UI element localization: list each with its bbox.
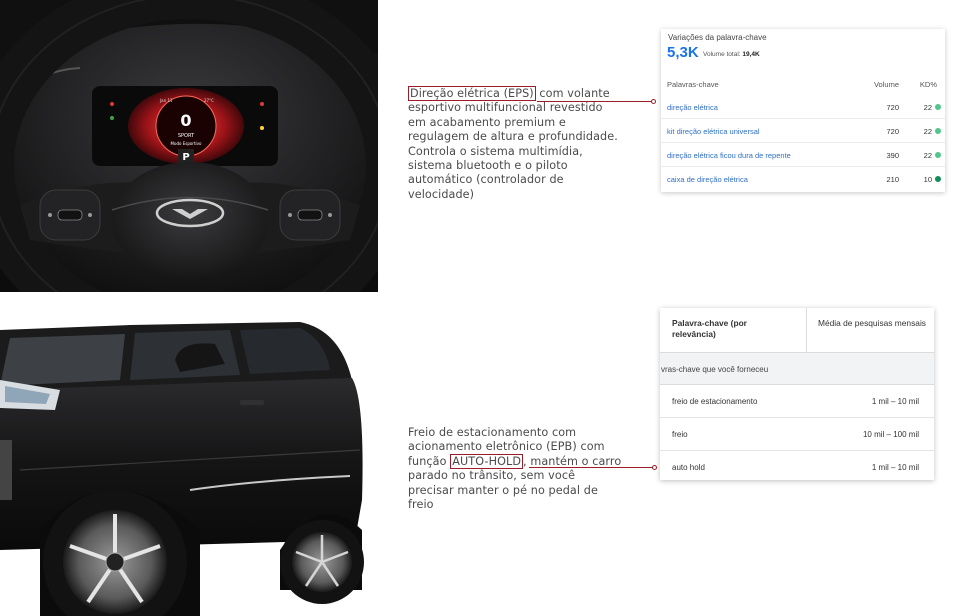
eps-highlight: Direção elétrica (EPS): [408, 86, 536, 101]
keyword-planner-card: Palavra-chave (por relevância) Média de …: [660, 308, 934, 480]
kd-indicator-icon: [935, 128, 941, 134]
column-divider: [806, 308, 807, 352]
cluster-mode-sub: Modo Esportivo: [171, 141, 202, 146]
searches-cell: 10 mil – 100 mil: [862, 430, 919, 439]
keyword-variations-card: Variações da palavra-chave 5,3K Volume t…: [661, 29, 945, 192]
steering-wheel-photo: 0 SPORT Modo Esportivo P Jan 11 27°C: [0, 0, 378, 292]
keyword-kd: 22: [923, 151, 932, 160]
searches-cell: 1 mil – 10 mil: [871, 397, 919, 406]
kd-indicator-icon: [935, 176, 941, 182]
keyword-kd: 22: [923, 127, 932, 136]
keyword-row: direção elétrica ficou dura de repente 3…: [661, 143, 945, 167]
keyword-link[interactable]: caixa de direção elétrica: [667, 175, 748, 184]
eps-description: Direção elétrica (EPS) com volante espor…: [408, 86, 622, 202]
keyword-volume: 390: [886, 151, 899, 160]
cluster-mode: SPORT: [178, 133, 195, 139]
keyword-volume: 210: [886, 175, 899, 184]
steering-wheel-illustration: 0 SPORT Modo Esportivo P Jan 11 27°C: [0, 0, 378, 292]
variations-count: 5,3K: [667, 44, 699, 61]
col-monthly-searches-header[interactable]: Média de pesquisas mensais: [816, 318, 926, 329]
connector-line-1: [537, 101, 654, 102]
keyword-cell: freio de estacionamento: [672, 397, 758, 406]
total-volume: Volume total: 19,4K: [703, 51, 760, 58]
col-kd-header: KD%: [919, 80, 937, 89]
section-label: vras-chave que você forneceu: [661, 365, 769, 374]
table-row: freio de estacionamento 1 mil – 10 mil: [660, 385, 934, 418]
keyword-row: kit direção elétrica universal 720 22: [661, 119, 945, 143]
cluster-temp: 27°C: [204, 98, 214, 103]
connector-dot-2: [652, 465, 657, 470]
keyword-row: direção elétrica 720 22: [661, 95, 945, 119]
connector-dot-1: [651, 99, 656, 104]
col-volume-header: Volume: [873, 80, 899, 89]
col-keyword-header: Palavras-chave: [667, 80, 719, 89]
autohold-highlight: AUTO-HOLD: [450, 453, 524, 469]
card-caption: Variações da palavra-chave: [668, 33, 767, 42]
table-row: freio 10 mil – 100 mil: [660, 418, 934, 451]
searches-cell: 1 mil – 10 mil: [871, 463, 919, 472]
keyword-volume: 720: [886, 103, 899, 112]
keyword-kd: 10: [923, 175, 932, 184]
keyword-cell: freio: [672, 430, 688, 439]
car-illustration: [0, 322, 364, 616]
connector-line-2: [529, 467, 655, 468]
keyword-link[interactable]: direção elétrica ficou dura de repente: [667, 151, 791, 160]
keyword-volume: 720: [886, 127, 899, 136]
kd-indicator-icon: [935, 104, 941, 110]
kd-indicator-icon: [935, 152, 941, 158]
keyword-cell: auto hold: [672, 463, 705, 472]
right-controls: [279, 189, 341, 241]
eps-description-text: com volante esportivo multifuncional rev…: [408, 87, 618, 201]
provided-keywords-section: vras-chave que você forneceu: [660, 352, 934, 385]
keyword-link[interactable]: kit direção elétrica universal: [667, 127, 760, 136]
cluster-speed: 0: [180, 111, 191, 130]
rear-wheel: [280, 520, 364, 604]
car-photo: [0, 300, 378, 616]
cluster-gear: P: [182, 152, 189, 163]
left-controls: [39, 189, 101, 241]
keyword-kd: 22: [923, 103, 932, 112]
keyword-row: caixa de direção elétrica 210 10: [661, 167, 945, 191]
table-row: auto hold 1 mil – 10 mil: [660, 451, 934, 480]
col-keyword-relevance-header[interactable]: Palavra-chave (por relevância): [672, 318, 792, 339]
cluster-date: Jan 11: [159, 98, 173, 103]
keyword-link[interactable]: direção elétrica: [667, 103, 718, 112]
epb-description: Freio de estacionamento com acionamento …: [408, 426, 622, 512]
